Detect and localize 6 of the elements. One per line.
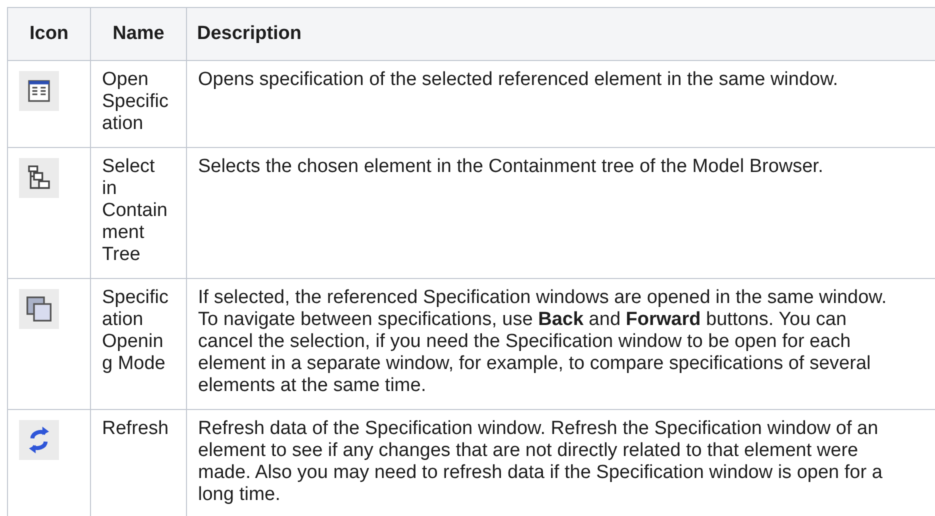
- name-cell: Select in Containment Tree: [90, 148, 186, 278]
- name-cell: Specification Opening Mode: [90, 278, 186, 410]
- name-cell: Open Specification: [90, 60, 186, 148]
- column-header: Icon: [8, 8, 90, 60]
- column-header: Name: [90, 8, 186, 60]
- column-header: Description: [186, 8, 935, 60]
